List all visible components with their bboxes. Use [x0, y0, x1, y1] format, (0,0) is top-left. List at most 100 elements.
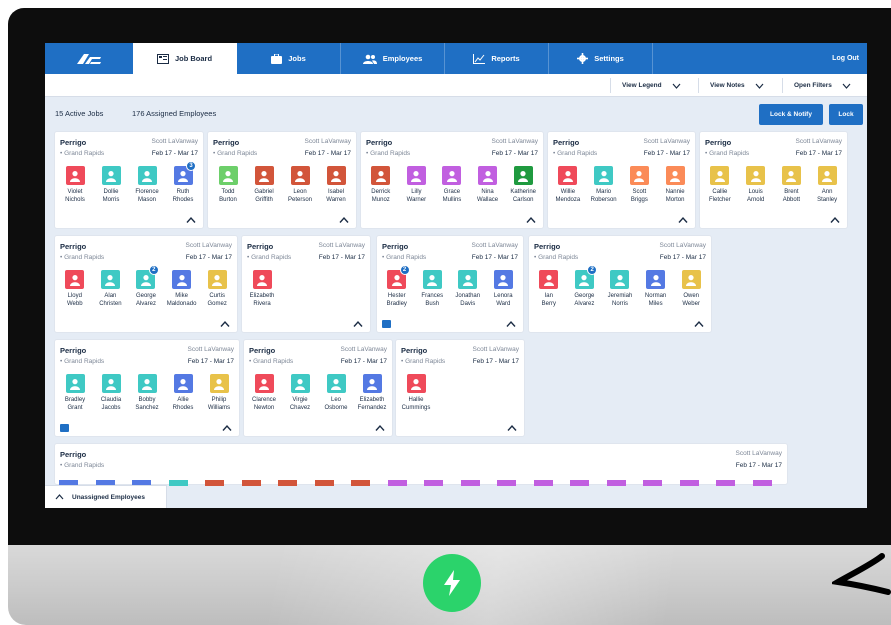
employee-avatar[interactable]: [752, 480, 772, 486]
employee-chip[interactable]: Ann Stanley: [809, 166, 845, 204]
employee-chip[interactable]: Philip Williams: [201, 374, 237, 412]
employee-chip[interactable]: Bobby Sanchez: [129, 374, 165, 412]
collapse-chevron-icon[interactable]: [694, 320, 704, 328]
employee-chip[interactable]: Owen Weber: [673, 270, 709, 308]
unassigned-employees-toggle[interactable]: Unassigned Employees: [45, 485, 167, 508]
employee-chip[interactable]: Curtis Gomez: [199, 270, 235, 308]
employee-chip[interactable]: Alan Christen: [93, 270, 129, 308]
employee-chip[interactable]: 2 George Alvarez: [567, 265, 603, 308]
employee-chip[interactable]: Louis Arnold: [738, 166, 774, 204]
employee-avatar[interactable]: [643, 480, 662, 486]
job-card[interactable]: Perrigo • Grand Rapids Scott LaVanway Feb 1…: [55, 340, 239, 436]
job-card[interactable]: Perrigo • Grand Rapids Scott LaVanway Feb 1…: [700, 132, 847, 228]
employee-chip[interactable]: Mario Roberson: [586, 166, 622, 204]
job-card[interactable]: Perrigo • Grand Rapids Scott LaVanway Feb 1…: [396, 340, 524, 436]
collapse-chevron-icon[interactable]: [830, 216, 840, 224]
employee-avatar[interactable]: [533, 480, 553, 486]
employee-chip[interactable]: Nannie Morton: [657, 166, 693, 204]
employee-avatar[interactable]: [351, 480, 370, 486]
employee-avatar[interactable]: [679, 480, 699, 486]
employee-chip[interactable]: Todd Burton: [210, 166, 246, 204]
employee-chip[interactable]: Elizabeth Rivera: [244, 270, 280, 308]
employee-chip[interactable]: Frances Bush: [415, 270, 451, 308]
view-legend-dropdown[interactable]: View Legend: [622, 74, 681, 97]
employee-chip[interactable]: Katherine Carlson: [505, 166, 541, 204]
employee-chip[interactable]: Claudia Jacobs: [93, 374, 129, 412]
employee-chip[interactable]: Lilly Warner: [399, 166, 435, 204]
employee-chip[interactable]: Hallie Cummings: [398, 374, 434, 412]
employee-chip[interactable]: Virgie Chavez: [282, 374, 318, 412]
employee-avatar[interactable]: [278, 480, 297, 486]
employee-avatar[interactable]: [460, 480, 480, 486]
collapse-chevron-icon[interactable]: [220, 320, 230, 328]
job-card[interactable]: Perrigo • Grand Rapids Scott LaVanway Feb 1…: [244, 340, 392, 436]
collapse-chevron-icon[interactable]: [186, 216, 196, 224]
collapse-chevron-icon[interactable]: [222, 424, 232, 432]
employee-chip[interactable]: Derrick Munoz: [363, 166, 399, 204]
employee-chip[interactable]: Nina Wallace: [470, 166, 506, 204]
job-card[interactable]: Perrigo • Grand Rapids Scott LaVanway Feb 1…: [208, 132, 356, 228]
employee-chip[interactable]: Gabriel Griffith: [246, 166, 282, 204]
lock-notify-button[interactable]: Lock & Notify: [759, 104, 823, 125]
collapse-chevron-icon[interactable]: [375, 424, 385, 432]
employee-avatar[interactable]: [205, 480, 224, 486]
employee-avatar[interactable]: [168, 480, 188, 486]
employee-chip[interactable]: Violet Nichols: [57, 166, 93, 204]
employee-chip[interactable]: Bradley Grant: [57, 374, 93, 412]
employee-avatar[interactable]: [241, 480, 261, 486]
employee-chip[interactable]: Florence Mason: [129, 166, 165, 204]
employee-chip[interactable]: Jeremiah Norris: [602, 270, 638, 308]
employee-chip[interactable]: 3 Ruth Rhodes: [165, 161, 201, 204]
note-icon[interactable]: [382, 320, 391, 328]
tab-employees[interactable]: Employees: [341, 43, 445, 74]
employee-chip[interactable]: Elizabeth Fernandez: [354, 374, 390, 412]
job-card[interactable]: Perrigo • Grand Rapids Scott LaVanway Feb 1…: [55, 444, 787, 484]
view-notes-dropdown[interactable]: View Notes: [710, 74, 764, 97]
collapse-chevron-icon[interactable]: [678, 216, 688, 224]
employee-avatar[interactable]: [314, 480, 334, 486]
lock-button[interactable]: Lock: [829, 104, 863, 125]
collapse-chevron-icon[interactable]: [506, 320, 516, 328]
employee-chip[interactable]: Isabel Warren: [318, 166, 354, 204]
employee-chip[interactable]: Allie Rhodes: [165, 374, 201, 412]
employee-avatar[interactable]: [424, 480, 443, 486]
employee-avatar[interactable]: [570, 480, 589, 486]
collapse-chevron-icon[interactable]: [526, 216, 536, 224]
employee-chip[interactable]: Mike Maldonado: [164, 270, 200, 308]
tab-jobs[interactable]: Jobs: [237, 43, 341, 74]
employee-chip[interactable]: Lloyd Webb: [57, 270, 93, 308]
employee-avatar[interactable]: [716, 480, 735, 486]
employee-chip[interactable]: Leon Peterson: [282, 166, 318, 204]
employee-avatar[interactable]: [387, 480, 407, 486]
employee-chip[interactable]: Dollie Morris: [93, 166, 129, 204]
job-card[interactable]: Perrigo • Grand Rapids Scott LaVanway Feb 1…: [548, 132, 695, 228]
employee-chip[interactable]: 2 George Alvarez: [128, 265, 164, 308]
collapse-chevron-icon[interactable]: [339, 216, 349, 224]
logout-link[interactable]: Log Out: [832, 43, 859, 74]
employee-chip[interactable]: Norman Miles: [638, 270, 674, 308]
employee-chip[interactable]: 2 Hester Bradley: [379, 265, 415, 308]
job-card[interactable]: Perrigo • Grand Rapids Scott LaVanway Feb 1…: [242, 236, 370, 332]
employee-chip[interactable]: Grace Mullins: [434, 166, 470, 204]
employee-chip[interactable]: Jonathan Davis: [450, 270, 486, 308]
employee-avatar[interactable]: [497, 480, 516, 486]
collapse-chevron-icon[interactable]: [507, 424, 517, 432]
job-card[interactable]: Perrigo • Grand Rapids Scott LaVanway Feb 1…: [361, 132, 543, 228]
tab-reports[interactable]: Reports: [445, 43, 549, 74]
employee-chip[interactable]: Brent Abbott: [774, 166, 810, 204]
job-card[interactable]: Perrigo • Grand Rapids Scott LaVanway Feb 1…: [55, 132, 203, 228]
employee-chip[interactable]: Leo Osborne: [318, 374, 354, 412]
job-card[interactable]: Perrigo • Grand Rapids Scott LaVanway Feb 1…: [529, 236, 711, 332]
employee-chip[interactable]: Callie Fletcher: [702, 166, 738, 204]
job-card[interactable]: Perrigo • Grand Rapids Scott LaVanway Feb 1…: [55, 236, 237, 332]
employee-chip[interactable]: Lenora Ward: [486, 270, 522, 308]
collapse-chevron-icon[interactable]: [353, 320, 363, 328]
open-filters-dropdown[interactable]: Open Filters: [794, 74, 851, 97]
employee-avatar[interactable]: [606, 480, 626, 486]
employee-chip[interactable]: Ian Berry: [531, 270, 567, 308]
tab-job-board[interactable]: Job Board: [133, 43, 237, 74]
employee-chip[interactable]: Willie Mendoza: [550, 166, 586, 204]
app-logo[interactable]: [45, 43, 133, 74]
employee-chip[interactable]: Scott Briggs: [622, 166, 658, 204]
job-card[interactable]: Perrigo • Grand Rapids Scott LaVanway Feb 1…: [377, 236, 523, 332]
